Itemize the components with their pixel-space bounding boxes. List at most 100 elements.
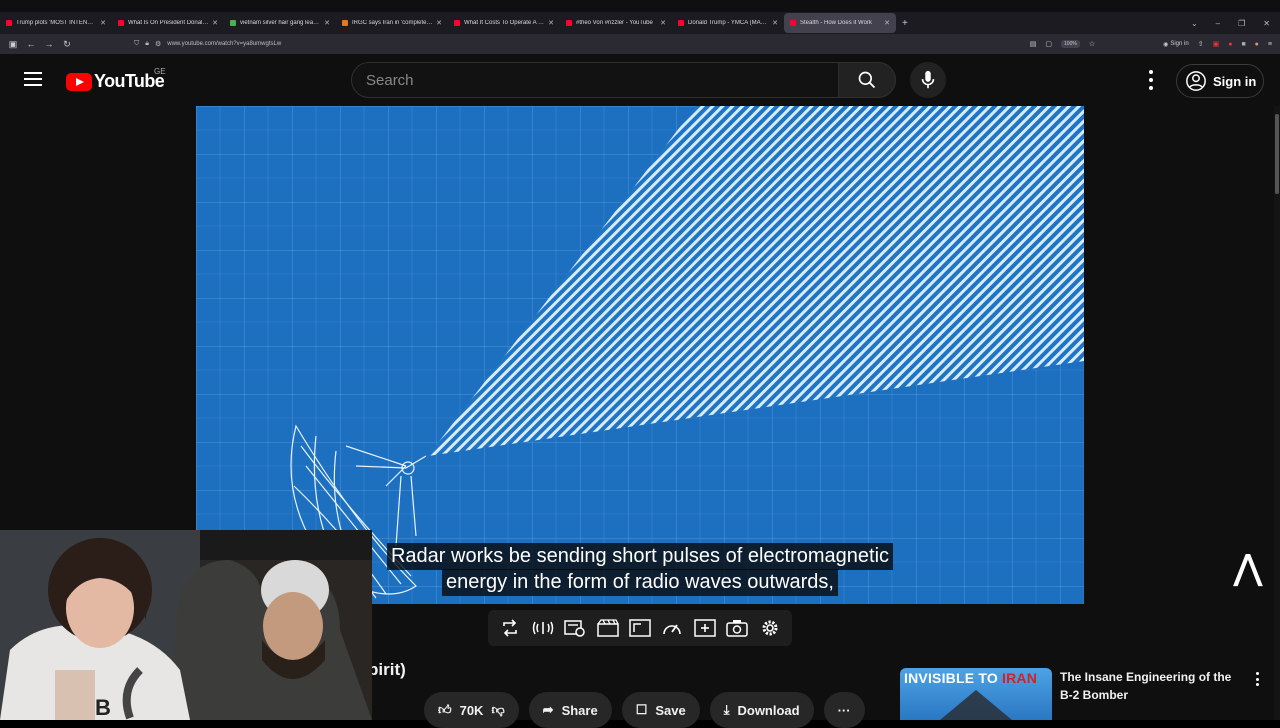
enhancer-toolbar — [488, 610, 792, 646]
like-count: 70K — [459, 702, 484, 718]
screen-icon[interactable] — [629, 617, 651, 639]
reader-view-icon[interactable]: ▤ — [1030, 40, 1037, 48]
sidebar-toggle-icon[interactable]: ▣ — [4, 39, 22, 50]
cinema-icon[interactable] — [596, 617, 619, 639]
download-label: Download — [737, 702, 800, 718]
youtube-play-icon — [66, 72, 92, 91]
browser-tab[interactable]: vietnam silver hair gang leader ✕ — [224, 13, 336, 33]
extension-icon[interactable]: ⇧ — [1198, 40, 1204, 48]
tab-list: Trump plots 'MOST INTENSE' a ✕ What Is On … — [0, 13, 896, 33]
new-tab-icon[interactable]: + — [902, 18, 908, 29]
tab-close-icon[interactable]: ✕ — [212, 19, 218, 27]
back-icon[interactable]: ← — [22, 39, 40, 49]
minimize-icon[interactable]: – — [1216, 19, 1220, 28]
tab-title: IRGC says Iran in 'complete co — [352, 20, 434, 26]
browser-tab[interactable]: IRGC says Iran in 'complete co ✕ — [336, 13, 448, 33]
url-bar[interactable]: ⛉ 🔒︎ ⚙ www.youtube.com/watch?v=ya8umwgts… — [134, 36, 1084, 52]
tab-favicon-icon — [454, 20, 460, 26]
more-icon: ··· — [837, 702, 851, 718]
menu-icon[interactable]: ≡ — [1268, 41, 1272, 48]
extension-gray-icon[interactable]: ■ — [1241, 41, 1245, 48]
settings-icon[interactable] — [759, 617, 781, 639]
tab-title: vietnam silver hair gang leader — [240, 20, 322, 26]
tab-favicon-icon — [566, 20, 572, 26]
related-video-thumbnail[interactable]: INVISIBLE TO IRAN — [900, 668, 1052, 720]
tab-list-chevron-icon[interactable]: ⌄ — [1191, 19, 1198, 28]
save-button[interactable]: ☐ Save — [621, 692, 700, 728]
search-input[interactable]: Search — [351, 62, 839, 98]
audio-wave-icon[interactable] — [532, 617, 554, 639]
tab-favicon-icon — [230, 20, 236, 26]
forward-icon[interactable]: → — [40, 39, 58, 49]
reload-icon[interactable]: ↻ — [58, 39, 76, 50]
browser-tab[interactable]: What Is On President Donald Tr ✕ — [112, 13, 224, 33]
related-more-icon[interactable] — [1256, 672, 1260, 686]
browser-tab[interactable]: Trump plots 'MOST INTENSE' a ✕ — [0, 13, 112, 33]
browser-tab[interactable]: What It Costs To Operate A Uni ✕ — [448, 13, 560, 33]
tab-close-icon[interactable]: ✕ — [436, 19, 442, 27]
tab-title: Trump plots 'MOST INTENSE' a — [16, 20, 98, 26]
lock-icon[interactable]: 🔒︎ — [145, 40, 149, 48]
extension-orange-icon[interactable]: ● — [1255, 41, 1259, 48]
bookmark-star-icon[interactable]: ☆ — [1089, 40, 1095, 48]
webcam-overlay: B — [0, 530, 372, 720]
tab-title: What It Costs To Operate A Uni — [464, 20, 546, 26]
tab-favicon-icon — [6, 20, 12, 26]
add-icon[interactable] — [694, 617, 716, 639]
download-button[interactable]: ⤓ Download — [709, 692, 814, 728]
tab-close-icon[interactable]: ✕ — [660, 19, 666, 27]
window-controls: ⌄ – ❐ ✕ — [1191, 12, 1270, 34]
tab-title: Stealth - How Does it Work — [800, 20, 872, 26]
save-label: Save — [655, 702, 686, 718]
repeat-icon[interactable] — [499, 617, 521, 639]
search-button[interactable] — [838, 62, 896, 98]
region-code: GE — [154, 67, 166, 76]
loop-view-icon[interactable] — [564, 617, 586, 639]
browser-tab[interactable]: Stealth - How Does it Work ✕ — [784, 13, 896, 33]
tab-title: #theo Von #rizzler - YouTube — [576, 20, 653, 26]
window-top-bar — [0, 0, 1280, 12]
browser-tab[interactable]: Donald Trump - YMCA (MAGA ✕ — [672, 13, 784, 33]
settings-kebab-icon[interactable] — [1146, 70, 1156, 90]
account-icon: ◉ — [1163, 41, 1169, 48]
permissions-icon[interactable]: ⚙ — [155, 40, 161, 48]
browser-sign-in-label: Sign in — [1170, 41, 1189, 47]
tab-close-icon[interactable]: ✕ — [772, 19, 778, 27]
extension-youtube-icon[interactable]: ● — [1228, 41, 1232, 48]
youtube-logo[interactable]: YouTube GE — [66, 67, 166, 92]
tab-close-icon[interactable]: ✕ — [884, 19, 890, 27]
url-text[interactable]: www.youtube.com/watch?v=ya8umwgtsLw — [167, 41, 281, 47]
tab-close-icon[interactable]: ✕ — [548, 19, 554, 27]
browser-account-button[interactable]: ◉ Sign in — [1163, 41, 1189, 48]
share-button[interactable]: ➦ Share — [528, 692, 612, 728]
sign-in-button[interactable]: Sign in — [1176, 64, 1264, 98]
tab-title: Donald Trump - YMCA (MAGA — [688, 20, 770, 26]
scrollbar-thumb[interactable] — [1275, 114, 1279, 194]
pip-icon[interactable]: ▢ — [1045, 40, 1052, 48]
webcam-people-image: B — [0, 530, 372, 720]
tab-close-icon[interactable]: ✕ — [324, 19, 330, 27]
page-scrollbar[interactable] — [1274, 106, 1280, 720]
more-actions-button[interactable]: ··· — [823, 692, 865, 728]
extension-red-icon[interactable]: ▣ — [1213, 40, 1220, 48]
video-title: pirit) — [368, 660, 406, 679]
related-video-title[interactable]: The Insane Engineering of the B-2 Bomber — [1060, 668, 1246, 704]
save-icon: ☐ — [635, 702, 648, 717]
browser-tab[interactable]: #theo Von #rizzler - YouTube ✕ — [560, 13, 672, 33]
close-window-icon[interactable]: ✕ — [1263, 19, 1270, 28]
voice-search-button[interactable] — [910, 62, 946, 98]
microphone-icon — [921, 70, 935, 89]
shield-icon[interactable]: ⛉ — [134, 40, 139, 48]
restore-icon[interactable]: ❐ — [1238, 19, 1245, 28]
screenshot-icon[interactable] — [726, 617, 749, 639]
speed-icon[interactable] — [661, 617, 683, 639]
url-bar-actions: ▤ ▢ 100% ☆ ◉ Sign in ⇧ ▣ ● ■ ● ≡ — [1030, 34, 1272, 54]
svg-text:B: B — [95, 695, 111, 720]
like-button[interactable]: 👍︎ 70K 👎︎ — [424, 692, 519, 728]
share-label: Share — [561, 702, 598, 718]
thumbs-down-icon[interactable]: 👎︎ — [491, 702, 504, 718]
guide-menu-icon[interactable] — [24, 72, 42, 86]
zoom-level[interactable]: 100% — [1061, 40, 1080, 48]
tab-close-icon[interactable]: ✕ — [100, 19, 106, 27]
bomber-silhouette-icon — [940, 690, 1012, 720]
